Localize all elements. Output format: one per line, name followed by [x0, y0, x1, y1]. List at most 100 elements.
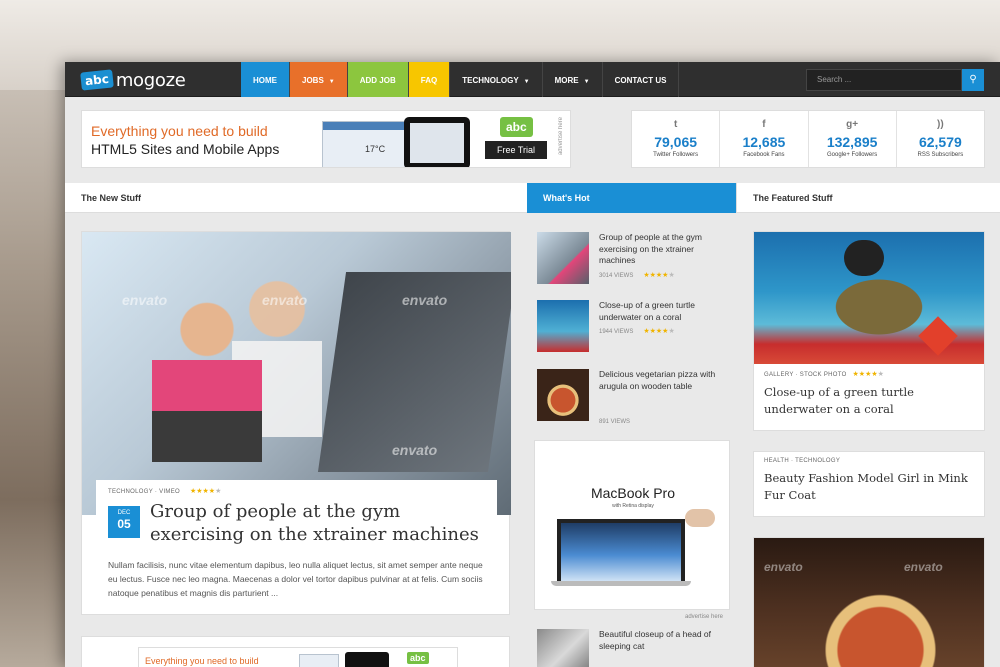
hot-views: 1944 VIEWS ★★★★★: [599, 328, 675, 335]
nav-item-add-job[interactable]: ADD JOB: [347, 62, 409, 97]
main-menu: HOME JOBS ▼ ADD JOB FAQ TECHNOLOGY ▼ MORE ▼ CONTA…: [241, 62, 680, 97]
envato-watermark: envato: [262, 292, 308, 308]
stat-value: 12,685: [742, 134, 786, 150]
logo-badge: abc: [80, 69, 114, 91]
nav-item-label: JOBS: [302, 76, 324, 85]
nav-item-label: FAQ: [420, 76, 438, 85]
rating-stars: ★★★★★: [189, 488, 222, 495]
top-navigation: abc mogoze HOME JOBS ▼ ADD JOB FAQ TECHNOLOGY…: [65, 62, 1000, 97]
nav-item-home[interactable]: HOME: [241, 62, 290, 97]
social-stats: t 79,065 Twitter Followers f 12,685 Facebook …: [631, 110, 985, 168]
banner-line-1: Everything you need to build: [91, 123, 268, 139]
stat-rss[interactable]: )) 62,579 RSS Subscribers: [897, 111, 984, 167]
gym-photo[interactable]: envato envato envato envato: [82, 232, 511, 515]
google-plus-icon: g+: [846, 119, 859, 130]
top-ad-banner[interactable]: Everything you need to build HTML5 Sites…: [81, 110, 571, 168]
stat-label: Google+ Followers: [827, 152, 878, 158]
article-meta: TECHNOLOGY · VIMEO ★★★★★: [108, 488, 222, 495]
nav-item-more[interactable]: MORE ▼: [543, 62, 603, 97]
whats-hot-heading: What's Hot: [527, 183, 736, 213]
rss-icon: )): [937, 119, 944, 130]
pizza-photo[interactable]: envato envato: [754, 538, 984, 667]
hot-item[interactable]: Beautiful closeup of a head of sleeping …: [537, 629, 732, 667]
stat-value: 132,895: [826, 134, 878, 150]
stat-facebook[interactable]: f 12,685 Facebook Fans: [720, 111, 809, 167]
stat-label: RSS Subscribers: [917, 152, 964, 158]
hot-title[interactable]: Close-up of a green turtle underwater on…: [599, 300, 732, 323]
hot-views: 3014 VIEWS ★★★★★: [599, 271, 675, 279]
category-link[interactable]: TECHNOLOGY: [108, 489, 153, 495]
website-page: abc mogoze HOME JOBS ▼ ADD JOB FAQ TECHNOLOGY…: [65, 62, 1000, 667]
featured-card-turtle[interactable]: GALLERY · STOCK PHOTO ★★★★★ Close-up of …: [753, 231, 985, 431]
banner-line-2: HTML5 Sites and Mobile Apps: [91, 141, 280, 157]
banner-desktop-mockup: 17°C: [322, 121, 412, 167]
new-stuff-heading: The New Stuff: [81, 193, 141, 203]
source-link[interactable]: VIMEO: [159, 489, 180, 495]
featured-title[interactable]: Close-up of a green turtle underwater on…: [764, 384, 974, 418]
advertise-here-label[interactable]: advertise here: [558, 117, 564, 155]
stat-value: 62,579: [918, 134, 962, 150]
rating-stars: ★★★★★: [852, 371, 884, 378]
chevron-down-icon: ▼: [328, 79, 335, 85]
chevron-down-icon: ▼: [523, 79, 530, 85]
advertise-here-link[interactable]: advertise here: [685, 614, 723, 620]
nav-item-jobs[interactable]: JOBS ▼: [290, 62, 348, 97]
twitter-icon: t: [673, 119, 678, 130]
featured-card-fashion[interactable]: HEALTH · TECHNOLOGY Beauty Fashion Model…: [753, 451, 985, 517]
nav-item-faq[interactable]: FAQ: [408, 62, 451, 97]
search-button[interactable]: ⚲: [962, 69, 984, 91]
facebook-icon: f: [762, 119, 766, 130]
hot-item[interactable]: Group of people at the gym exercising on…: [537, 232, 732, 286]
stat-google-plus[interactable]: g+ 132,895 Google+ Followers: [809, 111, 897, 167]
article-excerpt: Nullam facilisis, nunc vitae elementum d…: [108, 560, 483, 598]
hot-thumbnail[interactable]: [537, 232, 589, 284]
search-input[interactable]: Search ...: [806, 69, 962, 91]
second-article: Everything you need to build abc: [81, 636, 510, 667]
hot-thumbnail[interactable]: [537, 300, 589, 352]
nav-item-contact-us[interactable]: CONTACT US: [603, 62, 680, 97]
article-title[interactable]: Group of people at the gym exercising on…: [150, 500, 490, 546]
featured-card-pizza[interactable]: envato envato: [753, 537, 985, 667]
featured-title[interactable]: Beauty Fashion Model Girl in Mink Fur Co…: [764, 470, 974, 504]
hot-title[interactable]: Group of people at the gym exercising on…: [599, 232, 732, 267]
logo-text: mogoze: [115, 69, 186, 91]
date-month: DEC: [117, 510, 131, 516]
nav-item-label: HOME: [253, 76, 277, 85]
stat-value: 79,065: [654, 134, 698, 150]
envato-watermark: envato: [764, 560, 803, 574]
inline-ad-banner[interactable]: Everything you need to build abc: [138, 647, 458, 667]
rating-stars: ★★★★★: [643, 328, 675, 335]
banner-logo: abc: [500, 117, 533, 137]
free-trial-button[interactable]: Free Trial: [485, 141, 547, 159]
date-day: 05: [117, 517, 131, 531]
chevron-down-icon: ▼: [583, 79, 590, 85]
featured-article-card: TECHNOLOGY · VIMEO ★★★★★ DEC 05 Group of…: [96, 480, 497, 546]
macbook-ad[interactable]: MacBook Pro with Retina display: [534, 440, 730, 610]
nav-item-label: TECHNOLOGY: [462, 76, 519, 85]
date-badge: DEC 05: [108, 506, 140, 538]
envato-watermark: envato: [122, 292, 168, 308]
hot-thumbnail[interactable]: [537, 369, 589, 421]
hot-title[interactable]: Delicious vegetarian pizza with arugula …: [599, 369, 732, 392]
turtle-photo[interactable]: [754, 232, 984, 364]
featured-stuff-heading: The Featured Stuff: [753, 193, 833, 203]
search-icon: ⚲: [969, 74, 977, 85]
laptop-image: [557, 519, 685, 581]
site-logo[interactable]: abc mogoze: [80, 69, 186, 91]
featured-article[interactable]: envato envato envato envato TECHNOLOGY ·…: [81, 231, 511, 615]
nav-item-label: ADD JOB: [359, 76, 396, 85]
featured-category: GALLERY · STOCK PHOTO ★★★★★: [764, 371, 884, 378]
hot-thumbnail[interactable]: [537, 629, 589, 667]
nav-item-technology[interactable]: TECHNOLOGY ▼: [450, 62, 543, 97]
hot-title[interactable]: Beautiful closeup of a head of sleeping …: [599, 629, 732, 652]
hot-views: 891 VIEWS: [599, 419, 631, 425]
stat-twitter[interactable]: t 79,065 Twitter Followers: [632, 111, 721, 167]
inline-ad-logo: abc: [407, 652, 429, 664]
stat-label: Facebook Fans: [743, 152, 785, 158]
inline-ad-text: Everything you need to build: [145, 656, 259, 666]
hot-item[interactable]: Delicious vegetarian pizza with arugula …: [537, 369, 732, 425]
hot-item[interactable]: Close-up of a green turtle underwater on…: [537, 300, 732, 354]
envato-watermark: envato: [904, 560, 943, 574]
stat-label: Twitter Followers: [653, 152, 699, 158]
featured-category: HEALTH · TECHNOLOGY: [764, 458, 841, 464]
